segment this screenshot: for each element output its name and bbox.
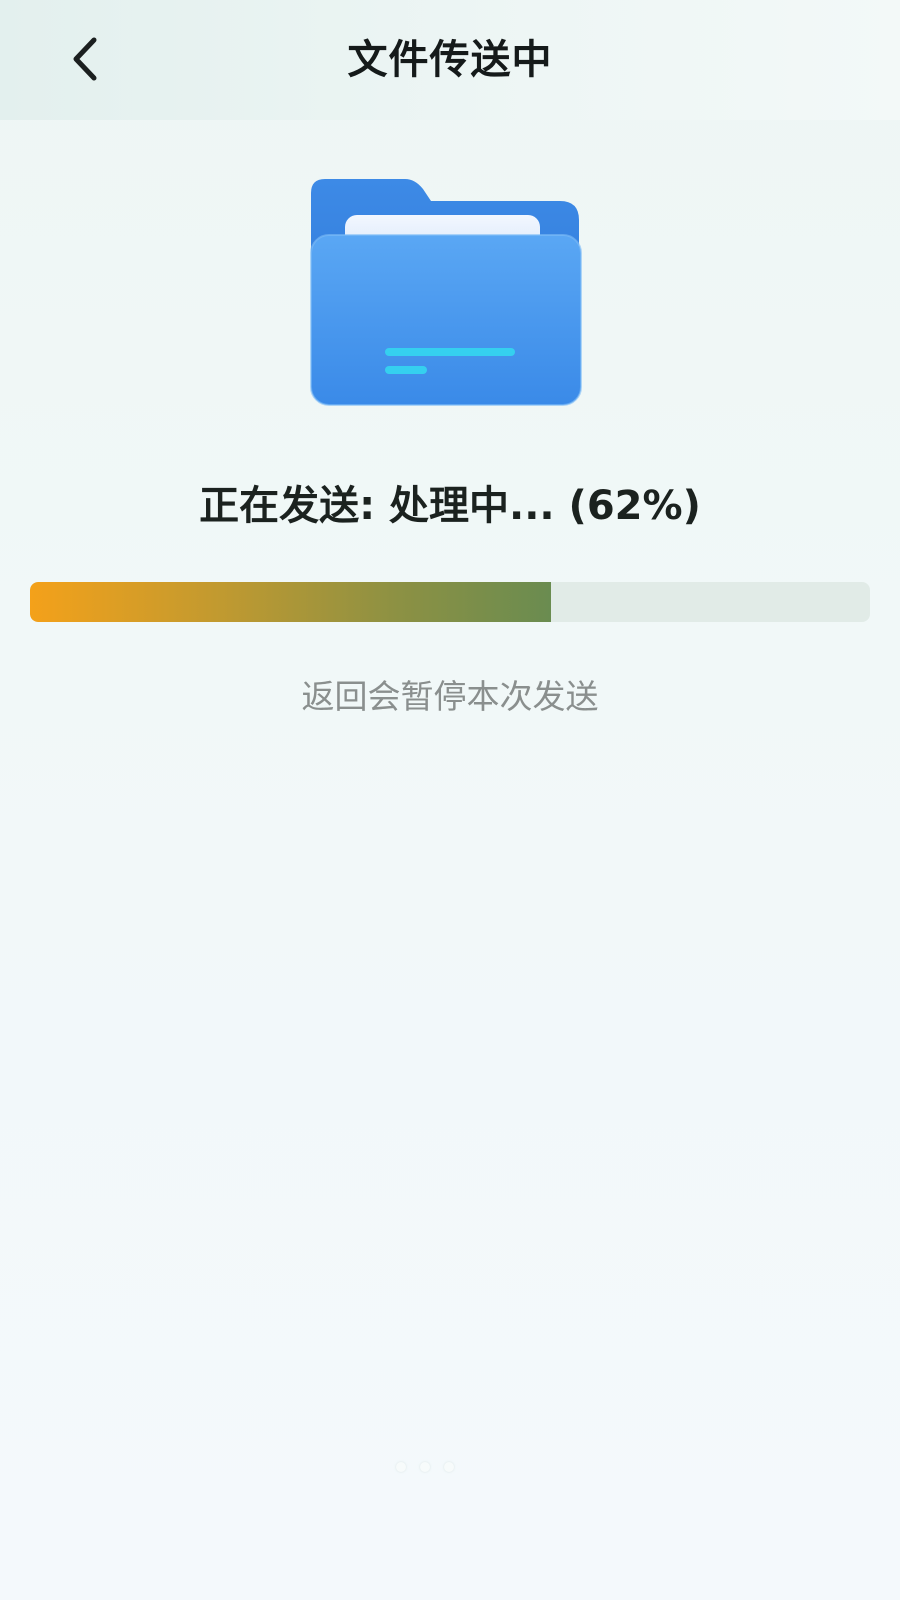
progress-bar-fill	[30, 582, 551, 622]
page-title: 文件传送中	[347, 37, 553, 83]
folder-icon	[305, 175, 595, 415]
page-indicator	[396, 1462, 476, 1476]
pause-hint-text: 返回会暂停本次发送	[301, 677, 599, 716]
transfer-status-text: 正在发送: 处理中... (62%)	[199, 483, 701, 529]
header-bar: 文件传送中	[0, 0, 900, 120]
page-dot	[420, 1462, 430, 1472]
page-dot	[444, 1462, 454, 1472]
page-dot	[396, 1462, 406, 1472]
progress-bar	[30, 582, 870, 622]
